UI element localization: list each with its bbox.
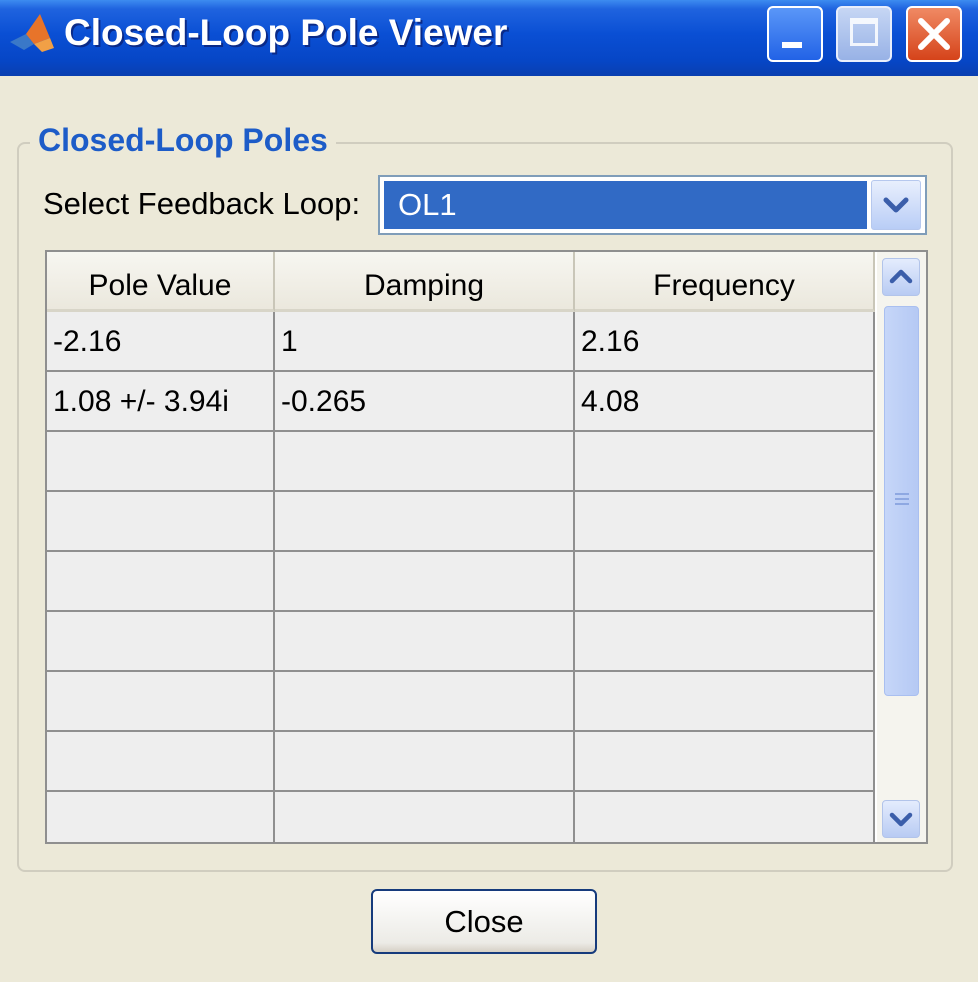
- table-cell[interactable]: [575, 552, 875, 612]
- table-cell[interactable]: [47, 792, 275, 842]
- poles-table[interactable]: Pole Value Damping Frequency -2.16 1 2.1…: [45, 250, 928, 844]
- matlab-logo-icon: [10, 14, 54, 52]
- scroll-up-button[interactable]: [882, 258, 920, 296]
- table-cell[interactable]: [275, 432, 575, 492]
- table-row[interactable]: [47, 612, 877, 672]
- table-row[interactable]: [47, 672, 877, 732]
- table-header: Pole Value Damping Frequency: [47, 252, 877, 312]
- close-icon: [918, 18, 950, 50]
- maximize-button[interactable]: [836, 6, 892, 62]
- table-cell[interactable]: 4.08: [575, 372, 875, 432]
- chevron-down-icon: [883, 197, 909, 213]
- scrollbar-thumb[interactable]: [884, 306, 919, 696]
- table-cell[interactable]: [47, 552, 275, 612]
- table-cell[interactable]: [275, 732, 575, 792]
- grip-line: [895, 498, 909, 500]
- minimize-icon: [782, 42, 802, 48]
- feedback-loop-selected-value[interactable]: OL1: [384, 181, 867, 229]
- close-window-button[interactable]: [906, 6, 962, 62]
- scroll-down-button[interactable]: [882, 800, 920, 838]
- table-cell[interactable]: [575, 492, 875, 552]
- table-row[interactable]: -2.16 1 2.16: [47, 312, 877, 372]
- table-cell[interactable]: [47, 672, 275, 732]
- close-button[interactable]: Close: [371, 889, 597, 954]
- table-cell[interactable]: 1: [275, 312, 575, 372]
- table-cell[interactable]: 2.16: [575, 312, 875, 372]
- column-header-damping[interactable]: Damping: [275, 252, 575, 312]
- table-cell[interactable]: [275, 612, 575, 672]
- table-cell[interactable]: [47, 732, 275, 792]
- table-cell[interactable]: -2.16: [47, 312, 275, 372]
- column-header-frequency[interactable]: Frequency: [575, 252, 875, 312]
- minimize-button[interactable]: [767, 6, 823, 62]
- table-row[interactable]: [47, 732, 877, 792]
- feedback-loop-label: Select Feedback Loop:: [43, 186, 361, 221]
- table-cell[interactable]: [275, 672, 575, 732]
- group-title: Closed-Loop Poles: [30, 122, 336, 159]
- window-title: Closed-Loop Pole Viewer: [64, 12, 508, 53]
- table-cell[interactable]: [275, 552, 575, 612]
- table-row[interactable]: [47, 492, 877, 552]
- table-cell[interactable]: [275, 792, 575, 842]
- table-cell[interactable]: [275, 492, 575, 552]
- table-cell[interactable]: -0.265: [275, 372, 575, 432]
- table-row[interactable]: [47, 792, 877, 842]
- table-cell[interactable]: 1.08 +/- 3.94i: [47, 372, 275, 432]
- table-cell[interactable]: [575, 612, 875, 672]
- table-cell[interactable]: [47, 612, 275, 672]
- vertical-scrollbar[interactable]: [877, 252, 926, 842]
- grip-line: [895, 503, 909, 505]
- table-cell[interactable]: [575, 672, 875, 732]
- table-row[interactable]: [47, 432, 877, 492]
- maximize-icon: [850, 18, 878, 46]
- column-header-pole-value[interactable]: Pole Value: [47, 252, 275, 312]
- table-cell[interactable]: [47, 492, 275, 552]
- table-cell[interactable]: [575, 432, 875, 492]
- table-cell[interactable]: [575, 732, 875, 792]
- table-cell[interactable]: [575, 792, 875, 842]
- chevron-down-icon: [889, 812, 913, 827]
- title-bar[interactable]: Closed-Loop Pole Viewer: [0, 0, 978, 76]
- grip-line: [895, 493, 909, 495]
- table-row[interactable]: [47, 552, 877, 612]
- table-row[interactable]: 1.08 +/- 3.94i -0.265 4.08: [47, 372, 877, 432]
- table-cell[interactable]: [47, 432, 275, 492]
- feedback-loop-select[interactable]: OL1: [378, 175, 927, 235]
- dropdown-arrow-button[interactable]: [871, 180, 921, 230]
- chevron-up-icon: [889, 269, 913, 284]
